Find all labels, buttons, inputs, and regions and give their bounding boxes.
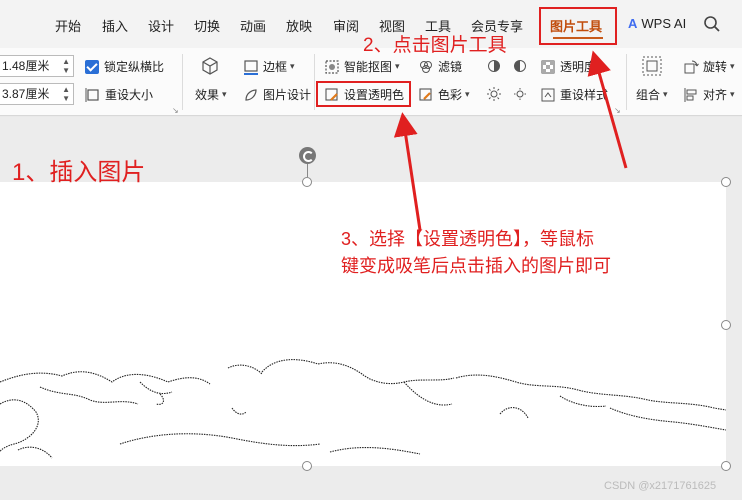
chevron-down-icon: ▾ (465, 89, 470, 99)
tab-home[interactable]: 开始 (55, 16, 81, 35)
rotate-icon (684, 60, 699, 73)
chevron-down-icon: ▾ (730, 89, 735, 99)
picture-design-button[interactable]: 图片设计 (243, 86, 311, 103)
dialog-launcher-icon[interactable]: ↘ (614, 106, 621, 115)
border-dropdown[interactable]: 边框 ▾ (243, 58, 295, 75)
reset-style-label: 重设样式 (560, 88, 609, 102)
ribbon-divider (626, 54, 627, 110)
tab-animation[interactable]: 动画 (240, 16, 266, 35)
lock-ratio-label: 锁定纵横比 (104, 60, 165, 74)
border-label: 边框 (263, 60, 288, 74)
chevron-down-icon: ▾ (395, 61, 400, 71)
set-transparent-highlight-box (316, 81, 411, 107)
reset-size-label: 重设大小 (105, 88, 154, 102)
width-value: 1.48厘米 (2, 59, 50, 73)
smart-cutout-label: 智能抠图 (344, 60, 393, 74)
picture-design-icon (245, 88, 257, 101)
color-icon (419, 87, 432, 101)
color-label: 色彩 (438, 88, 463, 102)
rotate-label: 旋转 (703, 60, 728, 74)
transparency-label: 透明度 (560, 60, 597, 74)
contrast-icon[interactable] (512, 58, 528, 74)
step3-annotation-line2: 键变成吸笔后点击插入的图片即可 (341, 256, 611, 276)
align-icon (684, 87, 697, 102)
cube-icon (202, 57, 218, 75)
border-icon (244, 59, 258, 75)
transparency-icon (541, 60, 555, 73)
wps-ai-button[interactable]: A WPS AI (628, 16, 686, 31)
chevron-down-icon: ▾ (290, 61, 295, 71)
brightness-increase-icon[interactable] (486, 86, 502, 102)
reset-style-button[interactable]: 重设样式 (540, 86, 608, 103)
spinner-arrows-icon[interactable]: ▲ ▼ (62, 85, 70, 103)
effects-dropdown[interactable]: 效果 ▾ (195, 86, 227, 103)
resize-handle-bottom-middle[interactable] (302, 461, 312, 471)
chevron-down-icon: ▾ (663, 89, 668, 99)
checkbox-checked-icon (85, 59, 99, 74)
filter-icon (420, 60, 432, 73)
smart-cutout-icon (325, 59, 339, 74)
filter-label: 滤镜 (438, 60, 463, 74)
combine-dropdown[interactable]: 组合 ▾ (636, 86, 668, 103)
reset-style-icon (541, 88, 555, 101)
rotate-dropdown[interactable]: 旋转 ▾ (683, 58, 735, 75)
step3-annotation-line1: 3、选择【设置透明色】，等鼠标 (341, 229, 595, 249)
effects-label: 效果 (195, 88, 220, 102)
reset-size-icon (85, 87, 99, 102)
brightness-up-icon[interactable] (486, 58, 502, 74)
tab-review[interactable]: 审阅 (333, 16, 359, 35)
tab-design[interactable]: 设计 (148, 16, 174, 35)
wps-ai-label: WPS AI (641, 16, 687, 31)
step1-annotation: 1、插入图片 (12, 159, 146, 186)
resize-handle-top-right[interactable] (721, 177, 731, 187)
watermark-text: CSDN @x2171761625 (604, 480, 717, 492)
chevron-down-icon: ▾ (730, 61, 735, 71)
resize-handle-bottom-right[interactable] (721, 461, 731, 471)
smart-cutout-dropdown[interactable]: 智能抠图 ▾ (324, 58, 400, 75)
dialog-launcher-icon[interactable]: ↘ (172, 106, 179, 115)
rotate-handle-stem (307, 164, 308, 177)
wps-ai-logo-icon: A (628, 16, 638, 31)
resize-handle-top-middle[interactable] (302, 177, 312, 187)
align-label: 对齐 (703, 88, 728, 102)
filter-button[interactable]: 滤镜 (418, 58, 462, 75)
active-tab-underline (553, 37, 603, 39)
reset-size-button[interactable]: 重设大小 (85, 86, 153, 103)
picture-tools-highlight-box (539, 7, 617, 45)
height-spinner[interactable]: 3.87厘米 ▲ ▼ (0, 83, 74, 105)
brightness-decrease-icon[interactable] (512, 86, 528, 102)
effects-icon-button[interactable] (200, 56, 224, 76)
search-icon[interactable] (703, 15, 721, 33)
color-dropdown[interactable]: 色彩 ▾ (418, 86, 470, 103)
picture-design-label: 图片设计 (263, 88, 312, 102)
align-dropdown[interactable]: 对齐 ▾ (683, 86, 735, 103)
ribbon-divider (314, 54, 315, 110)
tab-insert[interactable]: 插入 (102, 16, 128, 35)
height-value: 3.87厘米 (2, 87, 50, 101)
transparency-dropdown[interactable]: 透明度 (540, 58, 596, 75)
tab-slideshow[interactable]: 放映 (286, 16, 312, 35)
width-spinner[interactable]: 1.48厘米 ▲ ▼ (0, 55, 74, 77)
lock-ratio-checkbox[interactable]: 锁定纵横比 (85, 58, 164, 75)
group-icon[interactable] (641, 55, 663, 77)
chevron-down-icon: ▾ (222, 89, 227, 99)
rotate-handle-icon[interactable] (299, 147, 316, 164)
spinner-arrows-icon[interactable]: ▲ ▼ (62, 57, 70, 75)
tab-transition[interactable]: 切换 (194, 16, 220, 35)
step2-annotation: 2、点击图片工具 (363, 35, 507, 56)
resize-handle-middle-right[interactable] (721, 320, 731, 330)
combine-label: 组合 (636, 88, 661, 102)
ribbon-divider (182, 54, 183, 110)
